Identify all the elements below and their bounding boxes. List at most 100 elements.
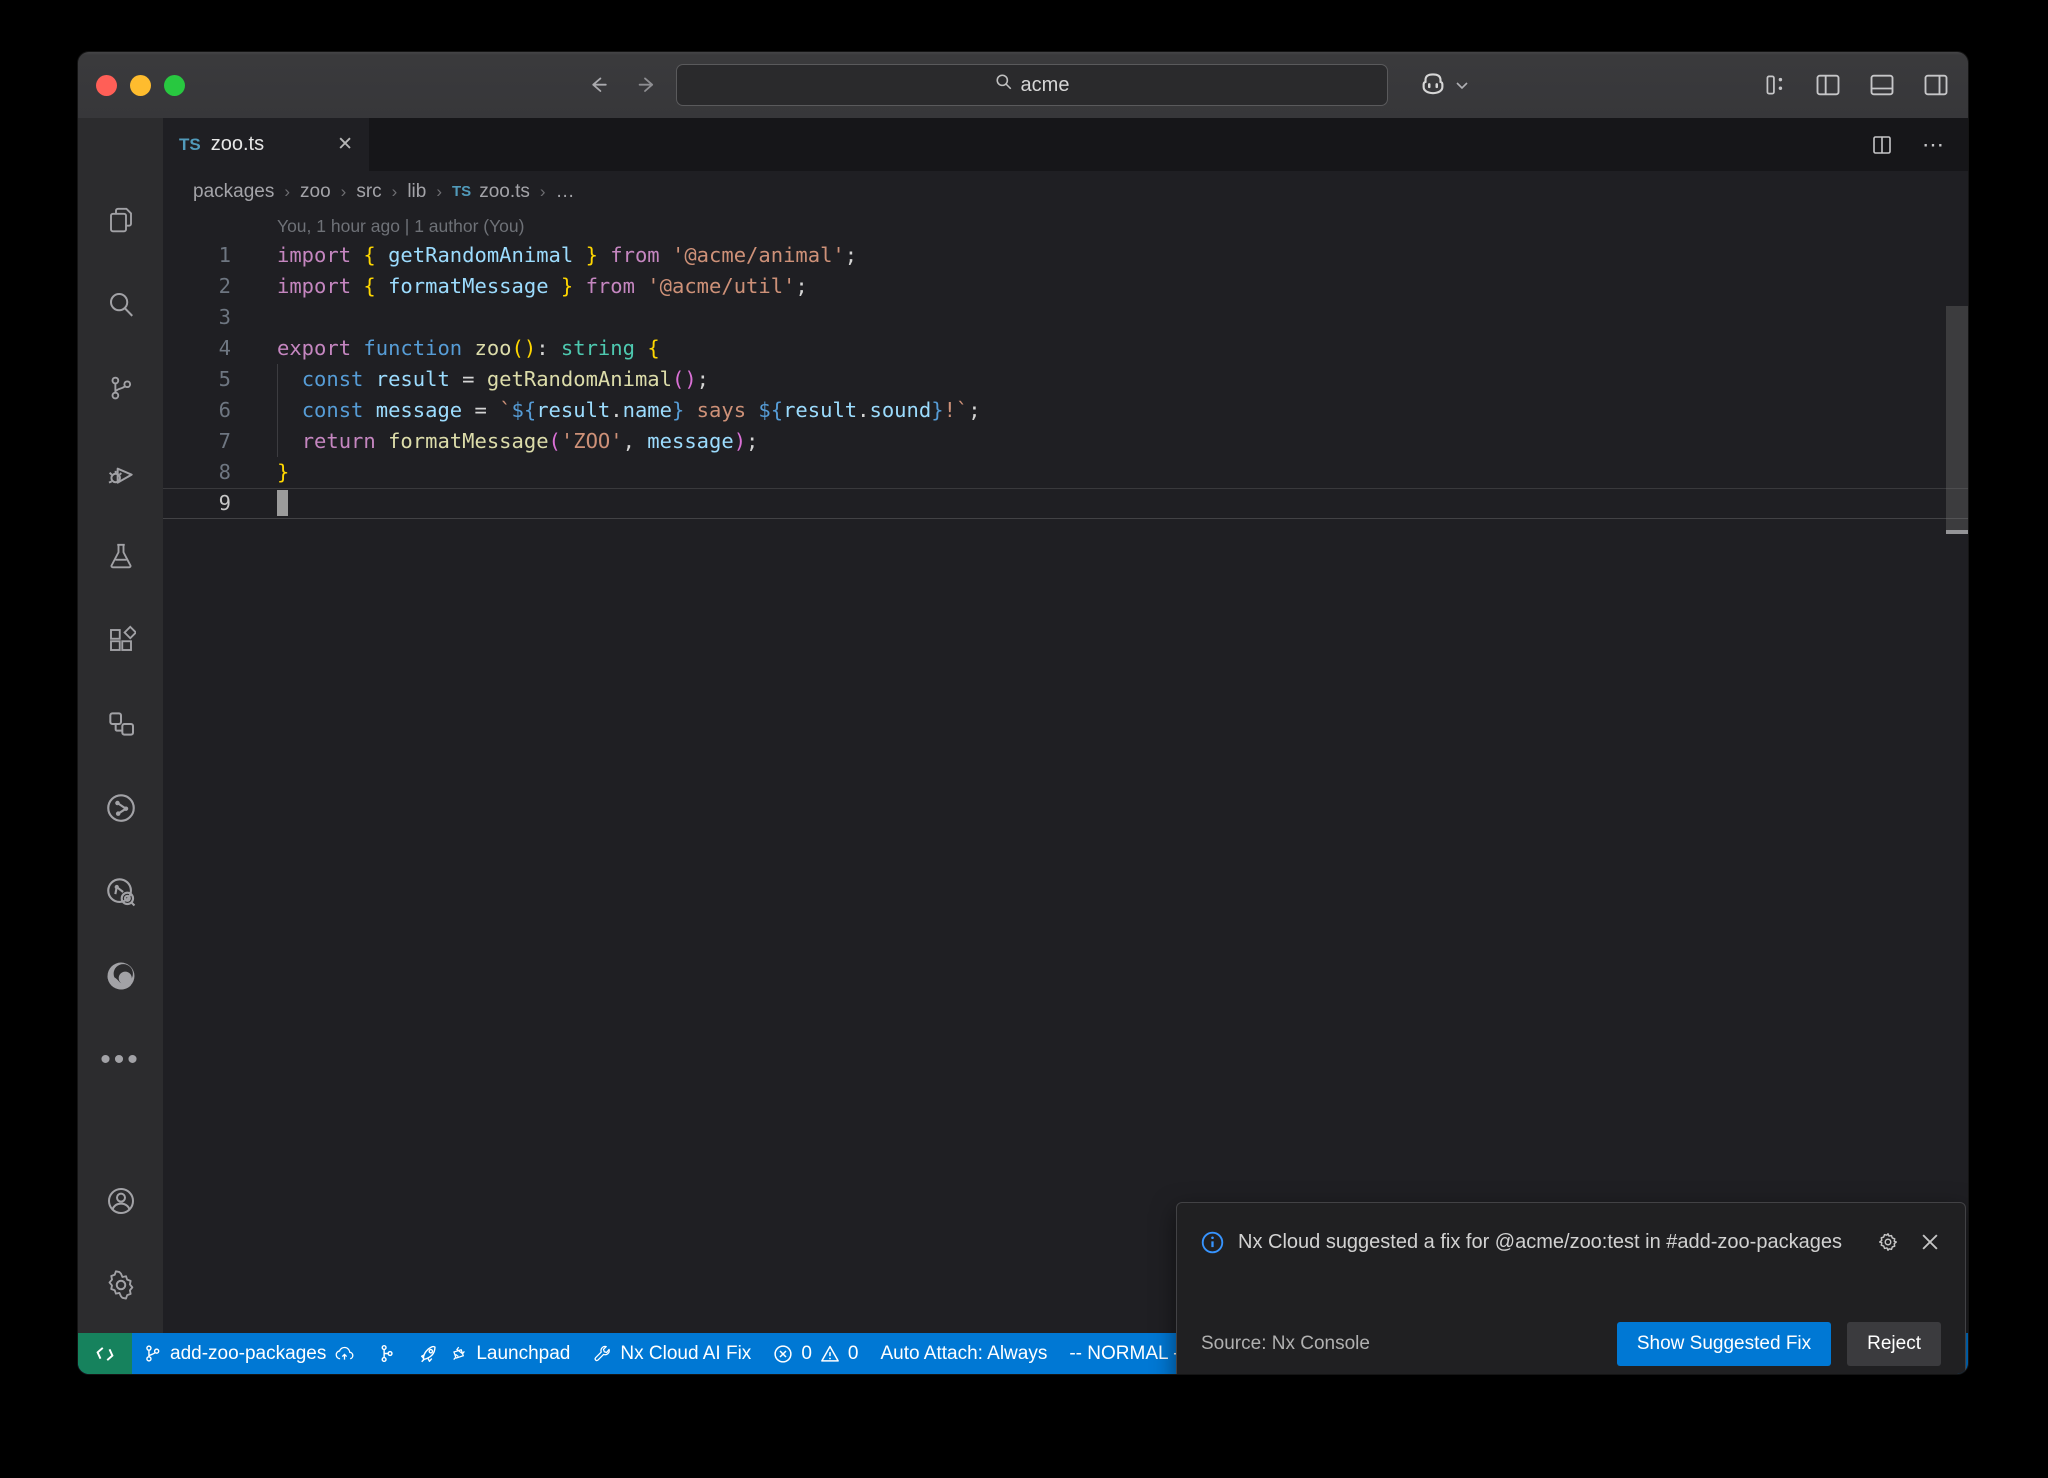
warnings-count: 0	[848, 1343, 859, 1365]
code-text: import { formatMessage } from '@acme/uti…	[277, 271, 1968, 302]
code-text	[277, 302, 1968, 333]
customize-layout-icon[interactable]	[1762, 72, 1788, 98]
notification-close-icon[interactable]	[1919, 1231, 1941, 1253]
toggle-secondary-sidebar-icon[interactable]	[1922, 71, 1950, 99]
chevron-right-icon: ›	[436, 182, 442, 202]
warnings-icon	[820, 1344, 840, 1364]
command-center-search[interactable]: acme	[676, 64, 1388, 106]
back-arrow-icon[interactable]	[586, 73, 610, 97]
source-control-graph-item[interactable]	[366, 1333, 407, 1374]
code-line[interactable]: 6 const message = `${result.name} says $…	[163, 395, 1968, 426]
chevron-down-icon[interactable]	[1454, 77, 1470, 93]
notification-toast: Nx Cloud suggested a fix for @acme/zoo:t…	[1176, 1202, 1966, 1374]
vscode-window: acme	[78, 52, 1968, 1374]
breadcrumb-item[interactable]: zoo	[300, 181, 331, 203]
info-icon	[1201, 1223, 1224, 1259]
line-number: 5	[163, 364, 277, 395]
explorer-icon[interactable]	[78, 178, 163, 262]
code-line[interactable]: 1import { getRandomAnimal } from '@acme/…	[163, 240, 1968, 271]
nx-fix-label: Nx Cloud AI Fix	[620, 1343, 751, 1365]
cloud-upload-icon	[334, 1343, 355, 1364]
code-editor[interactable]: You, 1 hour ago | 1 author (You) 1import…	[163, 212, 1968, 1333]
settings-gear-icon[interactable]	[78, 1243, 163, 1327]
reject-button[interactable]: Reject	[1847, 1322, 1941, 1366]
line-number: 2	[163, 271, 277, 302]
close-window-button[interactable]	[96, 75, 117, 96]
line-number: 3	[163, 302, 277, 333]
breadcrumb-item[interactable]: lib	[407, 181, 426, 203]
code-line[interactable]: 2import { formatMessage } from '@acme/ut…	[163, 271, 1968, 302]
problems-item[interactable]: 0 0	[762, 1333, 869, 1374]
scrollbar[interactable]	[1946, 306, 1968, 1333]
errors-icon	[773, 1344, 793, 1364]
edge-browser-icon[interactable]	[78, 934, 163, 1018]
typescript-file-icon: TS	[179, 135, 201, 155]
search-icon[interactable]	[78, 262, 163, 346]
code-text: const result = getRandomAnimal();	[277, 364, 1968, 395]
line-number: 1	[163, 240, 277, 271]
more-actions-icon[interactable]: ⋯	[1922, 132, 1944, 158]
split-editor-icon[interactable]	[1870, 133, 1894, 157]
remote-explorer-icon[interactable]	[78, 682, 163, 766]
plug-icon	[448, 1344, 468, 1364]
chevron-right-icon: ›	[540, 182, 546, 202]
nx-cloud-ai-fix-item[interactable]: Nx Cloud AI Fix	[581, 1333, 762, 1374]
typescript-file-icon: TS	[452, 183, 471, 200]
code-line[interactable]: 9	[163, 488, 1968, 519]
account-icon[interactable]	[78, 1159, 163, 1243]
breadcrumb-file[interactable]: zoo.ts	[479, 181, 530, 203]
rocket-icon	[418, 1343, 440, 1365]
nx-console-icon[interactable]	[78, 766, 163, 850]
breadcrumb-item[interactable]: src	[356, 181, 381, 203]
launchpad-label: Launchpad	[476, 1343, 570, 1365]
code-line[interactable]: 3	[163, 302, 1968, 333]
launchpad-item[interactable]: Launchpad	[407, 1333, 581, 1374]
forward-arrow-icon[interactable]	[636, 73, 660, 97]
code-lines: 1import { getRandomAnimal } from '@acme/…	[163, 240, 1968, 519]
show-suggested-fix-button[interactable]: Show Suggested Fix	[1617, 1322, 1831, 1366]
breadcrumb-more[interactable]: …	[556, 181, 575, 203]
auto-attach-item[interactable]: Auto Attach: Always	[869, 1333, 1058, 1374]
nx-cloud-icon[interactable]	[78, 850, 163, 934]
run-and-debug-icon[interactable]	[78, 430, 163, 514]
code-text: return formatMessage('ZOO', message);	[277, 426, 1968, 457]
notification-message: Nx Cloud suggested a fix for @acme/zoo:t…	[1238, 1223, 1850, 1261]
traffic-lights	[96, 75, 185, 96]
scrollbar-thumb[interactable]	[1946, 306, 1968, 532]
copilot-icon[interactable]	[1418, 70, 1448, 100]
tab-bar: TS zoo.ts ✕ ⋯	[163, 118, 1968, 171]
more-views-icon[interactable]: •••	[78, 1018, 163, 1102]
chevron-right-icon: ›	[284, 182, 290, 202]
source-control-icon[interactable]	[78, 346, 163, 430]
toggle-panel-icon[interactable]	[1868, 71, 1896, 99]
errors-count: 0	[801, 1343, 812, 1365]
breadcrumb: packages›zoo›src›lib›TSzoo.ts›…	[163, 171, 1968, 212]
git-branch-item[interactable]: add-zoo-packages	[132, 1333, 366, 1374]
line-number: 6	[163, 395, 277, 426]
tab-close-icon[interactable]: ✕	[337, 133, 353, 156]
title-bar: acme	[78, 52, 1968, 118]
tab-zoo-ts[interactable]: TS zoo.ts ✕	[163, 118, 369, 171]
maximize-window-button[interactable]	[164, 75, 185, 96]
remote-indicator[interactable]	[78, 1333, 132, 1374]
line-number: 9	[163, 488, 277, 519]
chevron-right-icon: ›	[341, 182, 347, 202]
testing-beaker-icon[interactable]	[78, 514, 163, 598]
minimize-window-button[interactable]	[130, 75, 151, 96]
activity-bar: •••	[78, 118, 163, 1333]
line-number: 8	[163, 457, 277, 488]
notification-settings-gear-icon[interactable]	[1877, 1231, 1899, 1253]
toggle-primary-sidebar-icon[interactable]	[1814, 71, 1842, 99]
code-line[interactable]: 8}	[163, 457, 1968, 488]
code-line[interactable]: 7 return formatMessage('ZOO', message);	[163, 426, 1968, 457]
code-text: const message = `${result.name} says ${r…	[277, 395, 1968, 426]
branch-name: add-zoo-packages	[170, 1343, 326, 1365]
code-text: import { getRandomAnimal } from '@acme/a…	[277, 240, 1968, 271]
blame-annotation: You, 1 hour ago | 1 author (You)	[163, 212, 1968, 240]
code-line[interactable]: 5 const result = getRandomAnimal();	[163, 364, 1968, 395]
code-line[interactable]: 4export function zoo(): string {	[163, 333, 1968, 364]
code-text: export function zoo(): string {	[277, 333, 1968, 364]
search-value: acme	[1021, 74, 1070, 97]
extensions-icon[interactable]	[78, 598, 163, 682]
breadcrumb-item[interactable]: packages	[193, 181, 274, 203]
